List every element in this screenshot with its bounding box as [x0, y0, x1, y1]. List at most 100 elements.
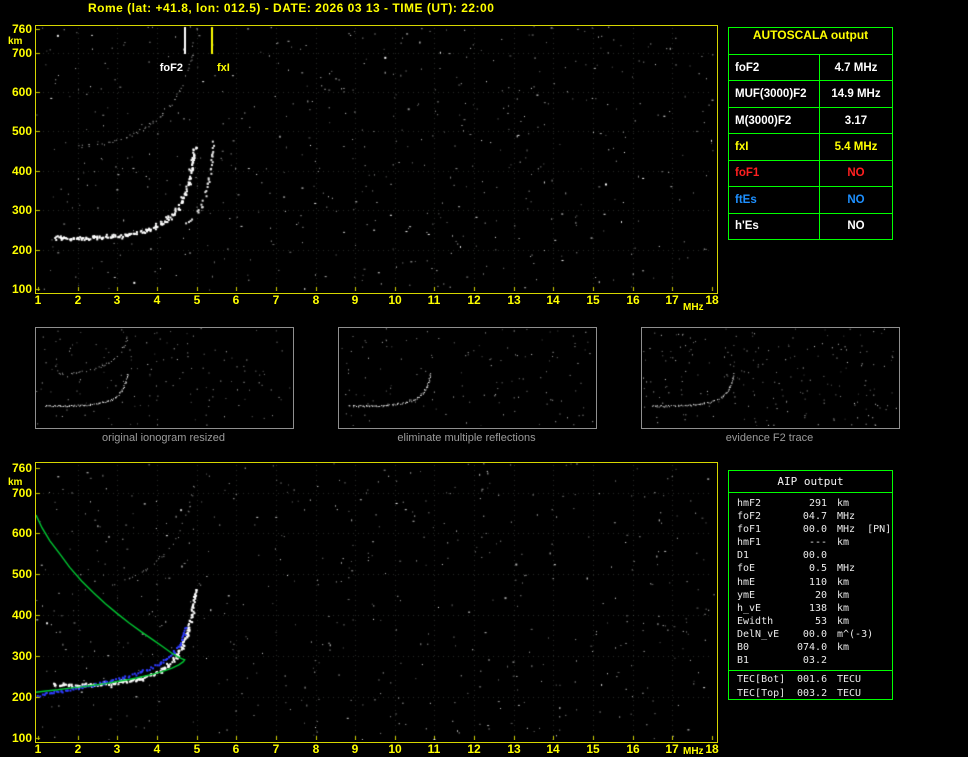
profile-x-tick-label: 13 [507, 742, 521, 756]
main-x-tick-label: 3 [113, 293, 121, 307]
aip-value: 074.0 [797, 642, 828, 654]
aip-value: 138 [808, 602, 827, 614]
aip-value: 00.0 [802, 524, 827, 536]
thumbnail-caption-reflections: eliminate multiple reflections [397, 432, 536, 444]
profile-x-tick-label: 6 [232, 742, 240, 756]
profile-x-tick-label: 10 [388, 742, 402, 756]
profile-y-tick-label: 400 [11, 608, 32, 622]
profile-x-tick-label: 4 [153, 742, 161, 756]
profile-plot-frame [35, 462, 718, 743]
main-x-tick-label: 18 [705, 293, 719, 307]
aip-unit: km [837, 602, 850, 614]
profile-x-tick-label: 9 [351, 742, 359, 756]
aip-row: foE 0.5 MHz [737, 562, 892, 575]
main-y-tick-label: 760 [11, 22, 32, 36]
aip-row: hmE 110 km [737, 576, 892, 589]
profile-x-tick-label: 8 [312, 742, 320, 756]
aip-row: foF2 04.7 MHz [737, 510, 892, 523]
aip-value: --- [808, 537, 827, 549]
aip-row: hmF1 --- km [737, 536, 892, 549]
main-x-tick-label: 17 [665, 293, 679, 307]
aip-name: DelN_vE [737, 628, 780, 640]
main-x-tick-label: 16 [626, 293, 640, 307]
autoscala-row-label: MUF(3000)F2 [735, 88, 807, 101]
main-x-tick-label: 8 [312, 293, 320, 307]
aip-value: 291 [808, 498, 827, 509]
aip-value: 20 [814, 589, 827, 601]
main-x-tick-label: 7 [272, 293, 280, 307]
profile-y-tick-label: 760 [11, 461, 32, 475]
profile-x-tick-label: 15 [586, 742, 600, 756]
aip-name: hmE [737, 576, 756, 588]
autoscala-row: foF2 4.7 MHz [729, 54, 892, 81]
thumbnail-evidence-f2 [641, 327, 900, 429]
aip-unit: m^(-3) [837, 628, 874, 640]
main-y-tick-label: 400 [11, 164, 32, 178]
aip-row: B0 074.0 km [737, 641, 892, 654]
aip-value: 53 [814, 615, 827, 627]
aip-unit: km [837, 537, 850, 549]
aip-value: 00.0 [802, 550, 827, 562]
thumbnail-canvas-reflections [339, 328, 594, 426]
aip-unit: km [837, 498, 850, 509]
aip-unit: TECU [837, 674, 862, 686]
aip-row: DelN_vE 00.0 m^(-3) [737, 628, 892, 641]
profile-y-tick-label: 200 [11, 690, 32, 704]
autoscala-output-table: AUTOSCALA output foF2 4.7 MHz MUF(3000)F2 1… [728, 27, 893, 240]
aip-row: h_vE 138 km [737, 602, 892, 615]
autoscala-row-value: NO [819, 213, 892, 239]
aip-table-header: AIP output [729, 471, 892, 493]
aip-value: 003.2 [797, 687, 828, 699]
autoscala-row-label: M(3000)F2 [735, 114, 792, 127]
aip-row: ymE 20 km [737, 589, 892, 602]
profile-x-tick-label: 7 [272, 742, 280, 756]
aip-name: B1 [737, 655, 750, 667]
autoscala-row-value: 4.7 MHz [819, 55, 892, 81]
profile-canvas [36, 463, 715, 740]
aip-name: TEC[Bot] [737, 674, 786, 686]
main-x-tick-label: 11 [427, 293, 441, 307]
aip-unit: MHz [837, 563, 856, 575]
aip-value: 0.5 [808, 563, 827, 575]
thumbnail-caption-evidence: evidence F2 trace [725, 432, 814, 444]
aip-name: h_vE [737, 602, 762, 614]
aip-row: D1 00.0 [737, 549, 892, 562]
thumbnail-eliminate-reflections [338, 327, 597, 429]
main-y-tick-label: 600 [11, 85, 32, 99]
main-x-tick-label: 13 [507, 293, 521, 307]
profile-y-tick-label: 500 [11, 567, 32, 581]
profile-y-tick-label: 600 [11, 526, 32, 540]
profile-x-tick-label: 16 [626, 742, 640, 756]
thumbnail-caption-original: original ionogram resized [102, 432, 225, 444]
profile-x-tick-label: 12 [467, 742, 481, 756]
fof2-marker-label: foF2 [159, 62, 183, 74]
autoscala-row-value: 14.9 MHz [819, 81, 892, 107]
aip-name: foF2 [737, 511, 762, 523]
autoscala-row-label: h'Es [735, 220, 759, 233]
autoscala-row: ftEs NO [729, 186, 892, 213]
aip-name: hmF2 [737, 498, 762, 509]
profile-x-tick-label: 3 [113, 742, 121, 756]
aip-name: B0 [737, 642, 750, 654]
main-y-tick-label: 200 [11, 243, 32, 257]
profile-x-tick-label: 1 [34, 742, 42, 756]
aip-table-body: hmF2 291 km foF2 04.7 MHz foF1 00.0 MHz [PN] hmF1… [729, 493, 892, 667]
aip-unit: MHz [837, 511, 856, 523]
aip-value: 110 [808, 576, 827, 588]
main-y-tick-label: 700 [11, 46, 32, 60]
autoscala-row-value: 3.17 [819, 107, 892, 134]
thumbnail-original-ionogram [35, 327, 294, 429]
main-y-tick-label: 500 [11, 124, 32, 138]
aip-name: Ewidth [737, 615, 774, 627]
autoscala-app: Rome (lat: +41.8, lon: 012.5) - DATE: 20… [0, 0, 968, 757]
autoscala-row: MUF(3000)F2 14.9 MHz [729, 80, 892, 107]
aip-value: 001.6 [797, 674, 828, 686]
aip-output-table: AIP output hmF2 291 km foF2 04.7 MHz foF1 00.0 M… [728, 470, 893, 700]
aip-row: foF1 00.0 MHz [PN] [737, 523, 892, 536]
aip-name: D1 [737, 550, 750, 562]
profile-x-tick-label: 17 [665, 742, 679, 756]
thumbnail-canvas-evidence [642, 328, 897, 426]
profile-x-tick-label: 2 [74, 742, 82, 756]
autoscala-row-label: fxI [735, 140, 749, 153]
thumbnail-canvas-original [36, 328, 291, 426]
